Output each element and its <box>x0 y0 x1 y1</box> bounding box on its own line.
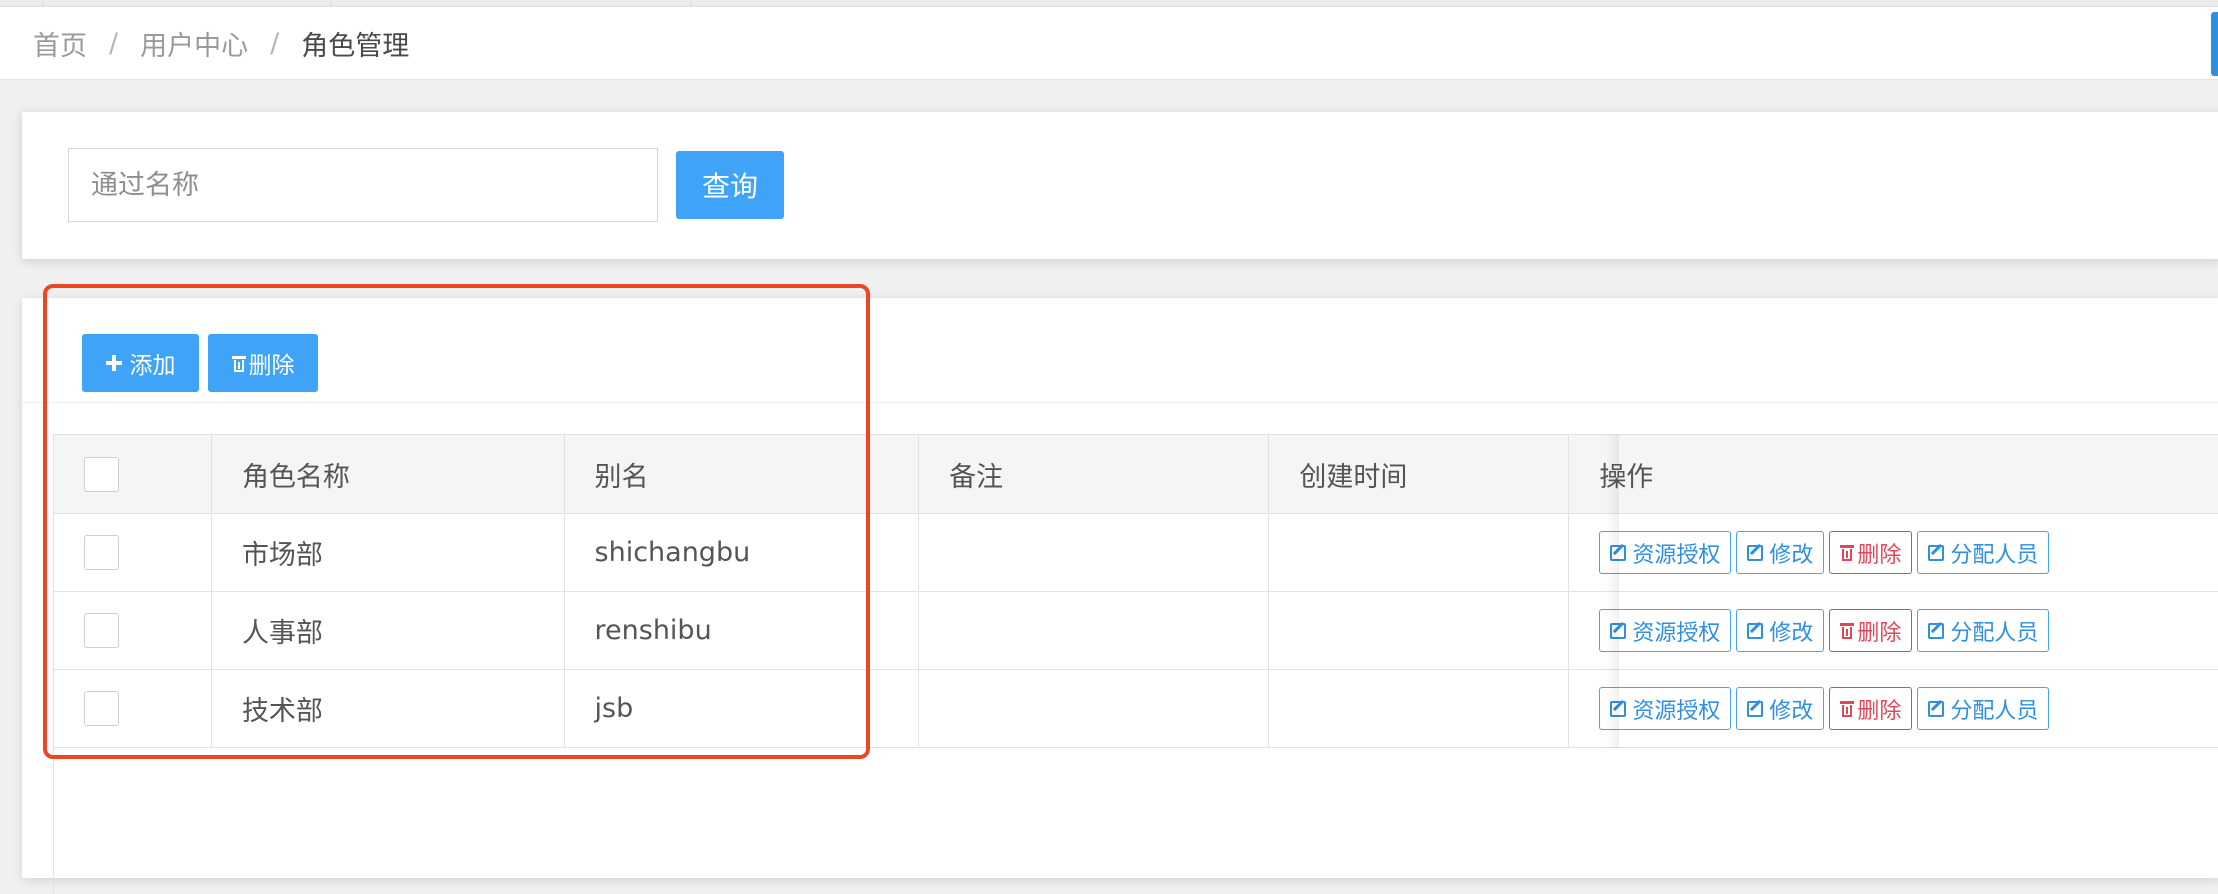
row-delete-label: 删除 <box>1857 537 1901 569</box>
row-delete-button[interactable]: 删除 <box>1829 531 1912 574</box>
assign-users-label: 分配人员 <box>1950 537 2038 569</box>
edit-icon <box>1747 545 1763 561</box>
assign-users-button[interactable]: 分配人员 <box>1917 531 2049 574</box>
top-border <box>0 0 2218 7</box>
alias-cell: jsb <box>564 670 919 748</box>
remark-cell <box>919 592 1269 670</box>
row-delete-button[interactable]: 删除 <box>1829 609 1912 652</box>
role-name-cell: 技术部 <box>211 670 564 748</box>
breadcrumb: 首页 / 用户中心 / 角色管理 <box>0 7 2218 80</box>
edit-button[interactable]: 修改 <box>1736 609 1824 652</box>
row-delete-label: 删除 <box>1857 693 1901 725</box>
remark-cell <box>919 514 1269 592</box>
authorize-button[interactable]: 资源授权 <box>1599 531 1731 574</box>
breadcrumb-role-management: 角色管理 <box>301 24 409 63</box>
edit-button[interactable]: 修改 <box>1736 687 1824 730</box>
alias-cell: shichangbu <box>564 514 919 592</box>
column-header-alias: 别名 <box>564 435 919 514</box>
edit-icon <box>1747 623 1763 639</box>
column-header-actions: 操作 <box>1569 435 2218 514</box>
edit-icon <box>1928 545 1944 561</box>
row-delete-button[interactable]: 删除 <box>1829 687 1912 730</box>
row-checkbox-cell <box>54 670 212 748</box>
breadcrumb-user-center[interactable]: 用户中心 <box>140 24 248 63</box>
alias-cell: renshibu <box>564 592 919 670</box>
role-name-cell: 人事部 <box>211 592 564 670</box>
row-delete-label: 删除 <box>1857 615 1901 647</box>
column-header-created-time: 创建时间 <box>1269 435 1569 514</box>
edit-icon <box>1928 623 1944 639</box>
row-checkbox[interactable] <box>84 535 119 570</box>
actions-cell: 资源授权 修改 删除 分配人员 <box>1569 670 2218 748</box>
delete-button-label: 删除 <box>249 346 295 380</box>
edit-label: 修改 <box>1769 693 1813 725</box>
trash-icon <box>232 355 246 372</box>
assign-users-label: 分配人员 <box>1950 615 2038 647</box>
toolbar-divider <box>22 402 2218 403</box>
role-table: 角色名称 别名 备注 创建时间 操作 市场部 shichangbu 资源授权修改… <box>53 434 2218 748</box>
breadcrumb-separator: / <box>109 28 118 59</box>
authorize-button[interactable]: 资源授权 <box>1599 687 1731 730</box>
breadcrumb-home[interactable]: 首页 <box>33 24 87 63</box>
search-input[interactable] <box>68 148 658 222</box>
remark-cell <box>919 670 1269 748</box>
search-panel: 查询 <box>22 112 2218 259</box>
trash-icon <box>1840 622 1854 639</box>
authorize-label: 资源授权 <box>1632 693 1720 725</box>
table-row: 技术部 jsb 资源授权 修改 删除 分配人员 <box>54 670 2218 748</box>
authorize-label: 资源授权 <box>1632 537 1720 569</box>
column-header-remark: 备注 <box>919 435 1269 514</box>
edit-icon <box>1928 701 1944 717</box>
assign-users-button[interactable]: 分配人员 <box>1917 687 2049 730</box>
row-checkbox-cell <box>54 514 212 592</box>
assign-users-button[interactable]: 分配人员 <box>1917 609 2049 652</box>
table-row: 人事部 renshibu 资源授权 修改 删除 分配人员 <box>54 592 2218 670</box>
edit-label: 修改 <box>1769 537 1813 569</box>
plus-icon <box>106 355 122 371</box>
edit-label: 修改 <box>1769 615 1813 647</box>
actions-cell: 资源授权 修改 删除 分配人员 <box>1569 592 2218 670</box>
add-button-label: 添加 <box>130 346 176 380</box>
authorize-label: 资源授权 <box>1632 615 1720 647</box>
assign-users-label: 分配人员 <box>1950 693 2038 725</box>
trash-icon <box>1840 700 1854 717</box>
row-checkbox-cell <box>54 592 212 670</box>
select-all-checkbox[interactable] <box>84 457 119 492</box>
created-time-cell <box>1269 670 1569 748</box>
table-header-row: 角色名称 别名 备注 创建时间 操作 <box>54 435 2218 514</box>
header-checkbox-cell <box>54 435 212 514</box>
role-table-panel: 添加 删除 角色名称 别名 备注 创建时间 操作 <box>22 298 2218 878</box>
table-row: 市场部 shichangbu 资源授权 修改 删除 分配人员 <box>54 514 2218 592</box>
row-checkbox[interactable] <box>84 613 119 648</box>
trash-icon <box>1840 544 1854 561</box>
role-name-cell: 市场部 <box>211 514 564 592</box>
breadcrumb-separator: / <box>270 28 279 59</box>
delete-button[interactable]: 删除 <box>208 334 318 392</box>
created-time-cell <box>1269 592 1569 670</box>
actions-cell: 资源授权 修改 删除 分配人员 <box>1569 514 2218 592</box>
created-time-cell <box>1269 514 1569 592</box>
scroll-indicator <box>2211 12 2218 76</box>
authorize-button[interactable]: 资源授权 <box>1599 609 1731 652</box>
row-checkbox[interactable] <box>84 691 119 726</box>
fixed-column-shadow <box>1605 434 1619 748</box>
edit-icon <box>1747 701 1763 717</box>
column-header-role-name: 角色名称 <box>211 435 564 514</box>
edit-button[interactable]: 修改 <box>1736 531 1824 574</box>
add-button[interactable]: 添加 <box>82 334 199 392</box>
query-button[interactable]: 查询 <box>676 151 784 219</box>
